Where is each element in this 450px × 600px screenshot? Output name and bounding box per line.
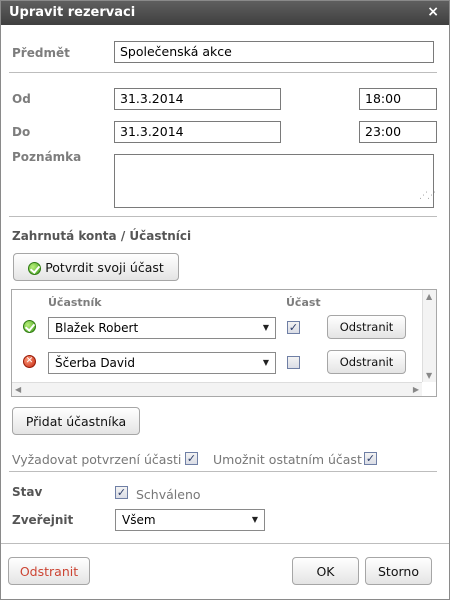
- scroll-right-icon[interactable]: ▶: [413, 385, 419, 394]
- vertical-scrollbar[interactable]: ▲ ▼: [422, 290, 436, 382]
- scroll-left-icon[interactable]: ◀: [15, 385, 21, 394]
- col-attendance-header: Účast: [286, 296, 321, 309]
- chevron-down-icon: ▼: [262, 358, 269, 367]
- status-label: Stav: [12, 485, 43, 499]
- cancel-button[interactable]: Storno: [365, 557, 432, 585]
- from-date-input[interactable]: 31.3.2014: [114, 88, 281, 110]
- participant-name: Blažek Robert: [55, 321, 139, 335]
- scroll-up-icon[interactable]: ▲: [426, 292, 432, 301]
- dialog-title: Upravit rezervaci: [9, 5, 136, 20]
- divider: [9, 216, 437, 217]
- chevron-down-icon: ▼: [251, 515, 258, 524]
- approved-checkbox[interactable]: ✓: [115, 486, 128, 499]
- to-time-input[interactable]: 23:00: [359, 121, 437, 143]
- add-participant-button[interactable]: Přidat účastníka: [12, 407, 140, 435]
- divider: [9, 471, 437, 472]
- participant-name: Ščerba David: [55, 356, 135, 370]
- allow-others-checkbox[interactable]: ✓: [364, 452, 377, 465]
- to-label: Do: [12, 125, 31, 139]
- allow-others-label: Umožnit ostatním účast: [213, 452, 362, 467]
- check-ok-icon: [28, 261, 42, 275]
- divider: [9, 72, 437, 73]
- participants-list: Účastník Účast Blažek Robert ▼ ✓ Odstran…: [11, 289, 437, 397]
- dialog-titlebar: Upravit rezervaci ×: [1, 1, 449, 25]
- close-icon[interactable]: ×: [427, 4, 439, 20]
- subject-label: Předmět: [12, 46, 70, 60]
- divider: [1, 543, 449, 544]
- from-time-input[interactable]: 18:00: [359, 88, 437, 110]
- col-participant-header: Účastník: [48, 296, 102, 309]
- accounts-section-title: Zahrnutá konta / Účastníci: [12, 229, 192, 243]
- require-confirmation-checkbox[interactable]: ✓: [185, 452, 198, 465]
- participant-confirmed-icon: [23, 320, 36, 333]
- approved-label: Schváleno: [136, 487, 201, 502]
- attendance-checkbox[interactable]: [287, 356, 300, 369]
- publish-label: Zveřejnit: [12, 513, 74, 527]
- participant-select[interactable]: Ščerba David ▼: [48, 352, 276, 374]
- to-date-input[interactable]: 31.3.2014: [114, 121, 281, 143]
- remove-participant-button[interactable]: Odstranit: [327, 350, 406, 374]
- scroll-down-icon[interactable]: ▼: [426, 371, 432, 380]
- from-label: Od: [12, 92, 31, 106]
- horizontal-scrollbar[interactable]: ◀ ▶: [12, 382, 422, 396]
- require-confirmation-label: Vyžadovat potvrzení účasti: [12, 452, 182, 467]
- delete-button[interactable]: Odstranit: [8, 557, 90, 585]
- resize-grip-icon[interactable]: ⋰⋰: [419, 191, 436, 201]
- note-textarea[interactable]: [114, 154, 434, 208]
- note-label: Poznámka: [12, 150, 82, 164]
- publish-select[interactable]: Všem ▼: [115, 509, 265, 531]
- attendance-checkbox[interactable]: ✓: [287, 321, 300, 334]
- chevron-down-icon: ▼: [262, 323, 269, 332]
- participant-declined-icon: ✕: [23, 355, 36, 368]
- publish-value: Všem: [122, 513, 156, 527]
- participant-select[interactable]: Blažek Robert ▼: [48, 317, 276, 339]
- remove-participant-button[interactable]: Odstranit: [327, 315, 406, 339]
- ok-button[interactable]: OK: [292, 557, 359, 585]
- edit-reservation-dialog: Upravit rezervaci × Předmět Společenská …: [0, 0, 450, 600]
- confirm-attendance-label: Potvrdit svoji účast: [45, 259, 164, 275]
- subject-input[interactable]: Společenská akce: [114, 41, 434, 63]
- confirm-attendance-button[interactable]: Potvrdit svoji účast: [13, 253, 179, 281]
